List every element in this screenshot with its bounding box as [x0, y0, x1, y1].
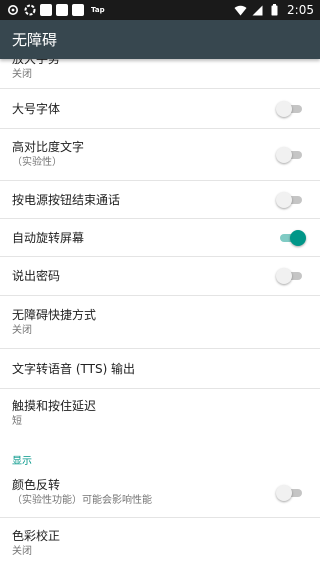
setting-title: 触摸和按住延迟	[12, 399, 97, 413]
app-bar: 无障碍	[0, 20, 320, 59]
status-bar-notifications: Tap	[6, 4, 105, 17]
setting-title: 高对比度文字	[12, 140, 85, 154]
status-bar: Tap 2:05	[0, 0, 320, 20]
setting-speak-passwords[interactable]: 说出密码	[0, 257, 320, 296]
battery-icon	[268, 4, 281, 17]
setting-title: 放大手势	[12, 59, 61, 66]
setting-summary: 关闭	[12, 546, 32, 557]
status-bar-system: 2:05	[234, 3, 314, 17]
wifi-icon	[234, 4, 247, 17]
setting-title: 无障碍快捷方式	[12, 307, 97, 322]
setting-texts: 放大手势 关闭	[12, 59, 60, 82]
setting-title: 文字转语音 (TTS) 输出	[12, 361, 136, 376]
page-title: 无障碍	[12, 31, 58, 49]
setting-texts: 大号字体	[12, 101, 60, 117]
setting-texts: 颜色反转 （实验性功能）可能会影响性能	[12, 477, 152, 508]
large-text-switch[interactable]	[276, 100, 306, 118]
settings-ring-icon	[23, 4, 36, 17]
setting-title: 大号字体	[12, 101, 61, 116]
speak-passwords-switch[interactable]	[276, 267, 306, 285]
setting-title: 按电源按钮结束通话	[12, 192, 121, 207]
setting-magnification-gestures[interactable]: 放大手势 关闭	[0, 59, 320, 89]
setting-touch-hold-delay[interactable]: 触摸和按住延迟 短	[0, 389, 320, 438]
setting-tts-output[interactable]: 文字转语音 (TTS) 输出	[0, 349, 320, 389]
setting-summary: 关闭	[12, 69, 32, 80]
color-inversion-switch[interactable]	[276, 484, 306, 502]
setting-summary: 短	[12, 416, 22, 427]
notification-square-icon	[40, 4, 52, 16]
setting-texts: 触摸和按住延迟 短	[12, 398, 96, 429]
setting-texts: 自动旋转屏幕	[12, 230, 84, 246]
setting-texts: 说出密码	[12, 268, 60, 284]
setting-summary: 关闭	[12, 324, 32, 336]
setting-power-button-ends-call[interactable]: 按电源按钮结束通话	[0, 181, 320, 219]
setting-summary: （实验性）	[12, 157, 62, 168]
setting-texts: 按电源按钮结束通话	[12, 192, 120, 208]
sync-icon	[6, 4, 19, 17]
category-display-header: 显示	[12, 456, 32, 467]
setting-title: 自动旋转屏幕	[12, 230, 85, 245]
setting-texts: 文字转语音 (TTS) 输出	[12, 361, 135, 377]
high-contrast-switch[interactable]	[276, 146, 306, 164]
settings-list[interactable]: 放大手势 关闭 大号字体 高对比度文字 （实验性） 按电源按钮结束通话 自动旋转…	[0, 59, 320, 569]
setting-accessibility-shortcut[interactable]: 无障碍快捷方式 关闭	[0, 296, 320, 349]
setting-summary: （实验性功能）可能会影响性能	[12, 495, 152, 506]
setting-texts: 高对比度文字 （实验性）	[12, 139, 84, 170]
setting-color-correction[interactable]: 色彩校正 关闭	[0, 518, 320, 569]
setting-color-inversion[interactable]: 颜色反转 （实验性功能）可能会影响性能	[0, 468, 320, 518]
notification-square-icon	[72, 4, 84, 16]
setting-high-contrast-text[interactable]: 高对比度文字 （实验性）	[0, 129, 320, 181]
setting-large-text[interactable]: 大号字体	[0, 89, 320, 129]
tap-app-label: Tap	[91, 6, 105, 14]
setting-title: 色彩校正	[12, 529, 61, 543]
auto-rotate-switch[interactable]	[276, 229, 306, 247]
signal-icon	[251, 4, 264, 17]
setting-texts: 色彩校正 关闭	[12, 528, 60, 559]
power-button-ends-call-switch[interactable]	[276, 191, 306, 209]
clock: 2:05	[287, 3, 314, 17]
setting-auto-rotate-screen[interactable]: 自动旋转屏幕	[0, 219, 320, 257]
setting-title: 说出密码	[12, 269, 61, 283]
notification-square-icon	[56, 4, 68, 16]
setting-texts: 无障碍快捷方式 关闭	[12, 307, 96, 338]
setting-title: 颜色反转	[12, 478, 61, 492]
